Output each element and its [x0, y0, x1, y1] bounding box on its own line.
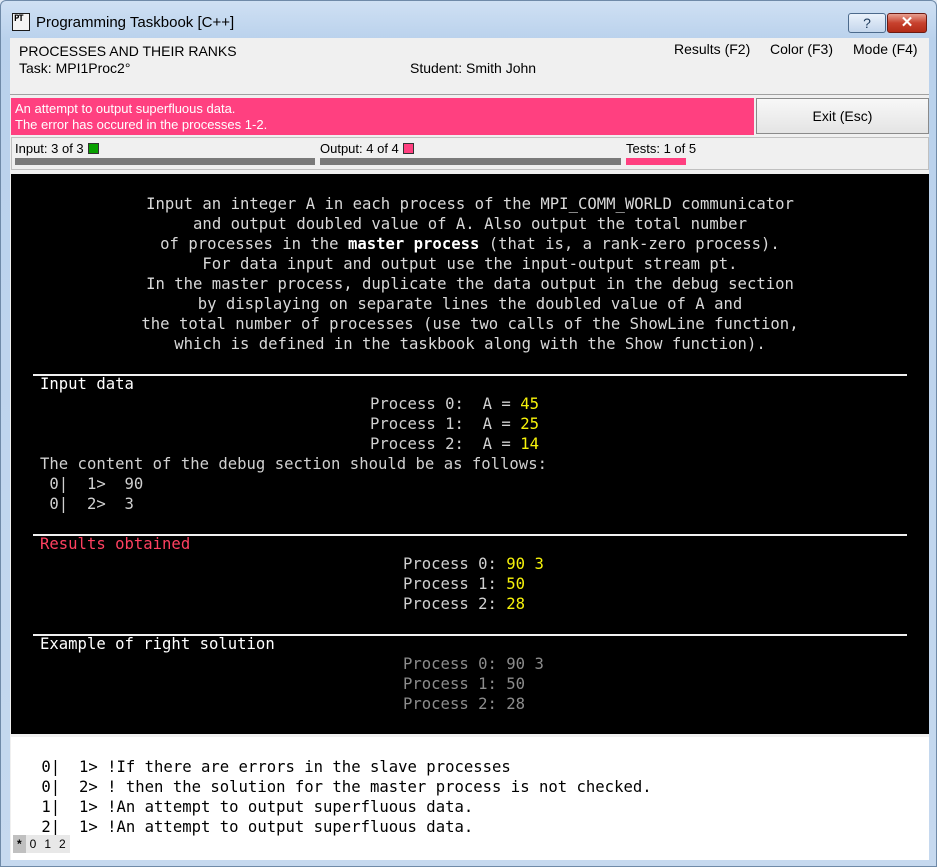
example-row: Process 0: 90 3 [403, 655, 544, 673]
example-header: Example of right solution [40, 635, 275, 653]
exit-button[interactable]: Exit (Esc) [756, 98, 929, 134]
progress-panel: Input: 3 of 3 Output: 4 of 4 Tests: 1 of… [11, 137, 929, 170]
description-line: In the master process, duplicate the dat… [146, 275, 794, 293]
result-row: Process 0: 90 3 [403, 555, 544, 573]
output-progress-bar [320, 158, 621, 165]
task-description-panel: Input an integer A in each process of th… [11, 174, 929, 734]
description-line: For data input and output use the input-… [202, 255, 738, 273]
task-name: Task: MPI1Proc2° [19, 60, 131, 76]
debug-tab-process-2[interactable]: 2 [55, 835, 70, 853]
master-process-term: master process [347, 235, 480, 253]
description-line: of processes in the master process (that… [160, 235, 780, 253]
description-line: by displaying on separate lines the doub… [197, 295, 743, 313]
description-line: which is defined in the taskbook along w… [174, 335, 766, 353]
close-button[interactable]: ✕ [887, 13, 927, 33]
error-message-line: The error has occured in the processes 1… [15, 117, 268, 132]
tests-progress-bar [626, 158, 686, 165]
error-message-line: An attempt to output superfluous data. [15, 101, 236, 116]
help-button[interactable]: ? [848, 13, 886, 33]
tests-progress-label: Tests: 1 of 5 [626, 141, 697, 156]
debug-expected-row: 0| 1> 90 [40, 475, 144, 493]
example-row: Process 2: 28 [403, 695, 526, 713]
example-row: Process 1: 50 [403, 675, 526, 693]
input-progress-label: Input: 3 of 3 [15, 141, 84, 156]
task-group-title: PROCESSES AND THEIR RANKS [19, 43, 237, 59]
debug-tab-process-1[interactable]: 1 [40, 835, 56, 853]
description-line: the total number of processes (use two c… [141, 315, 799, 333]
color-menu-button[interactable]: Color (F3) [770, 41, 833, 57]
results-menu-button[interactable]: Results (F2) [674, 41, 750, 57]
result-row: Process 1: 50 [403, 575, 526, 593]
output-progress: Output: 4 of 4 [320, 141, 414, 156]
debug-process-tabs: * 0 1 2 [13, 835, 70, 853]
result-row: Process 2: 28 [403, 595, 526, 613]
error-message-panel: An attempt to output superfluous data. T… [11, 98, 754, 135]
input-progress: Input: 3 of 3 [15, 141, 99, 156]
mode-menu-button[interactable]: Mode (F4) [853, 41, 918, 57]
description-line: and output doubled value of A. Also outp… [193, 215, 747, 233]
input-status-indicator [87, 143, 99, 154]
input-data-row: Process 2: A = 14 [370, 435, 539, 453]
input-data-header: Input data [40, 375, 134, 393]
section-divider [33, 374, 907, 376]
client-area: PROCESSES AND THEIR RANKS Task: MPI1Proc… [10, 38, 929, 860]
title-bar[interactable]: PT Programming Taskbook [C++] ? ✕ [1, 1, 936, 39]
input-progress-bar [15, 158, 315, 165]
app-icon: PT [12, 13, 30, 31]
description-line: Input an integer A in each process of th… [146, 195, 794, 213]
debug-line: 1| 1> !An attempt to output superfluous … [32, 798, 474, 816]
debug-expected-note: The content of the debug section should … [40, 455, 547, 473]
debug-section[interactable]: 0| 1> !If there are errors in the slave … [11, 737, 929, 860]
app-window: PT Programming Taskbook [C++] ? ✕ PROCES… [0, 0, 937, 867]
input-data-row: Process 0: A = 45 [370, 395, 539, 413]
output-status-indicator [402, 143, 414, 154]
debug-expected-row: 0| 2> 3 [40, 495, 134, 513]
debug-line: 2| 1> !An attempt to output superfluous … [32, 818, 474, 836]
task-header: PROCESSES AND THEIR RANKS Task: MPI1Proc… [10, 38, 929, 95]
debug-line: 0| 1> !If there are errors in the slave … [32, 758, 511, 776]
window-title: Programming Taskbook [C++] [36, 14, 235, 31]
output-progress-label: Output: 4 of 4 [320, 141, 399, 156]
student-name: Student: Smith John [410, 60, 537, 76]
debug-tab-process-0[interactable]: 0 [25, 835, 41, 853]
tests-progress: Tests: 1 of 5 [626, 141, 696, 156]
input-data-row: Process 1: A = 25 [370, 415, 539, 433]
debug-tab-all[interactable]: * [13, 835, 26, 853]
results-header: Results obtained [40, 535, 191, 553]
debug-line: 0| 2> ! then the solution for the master… [32, 778, 652, 796]
